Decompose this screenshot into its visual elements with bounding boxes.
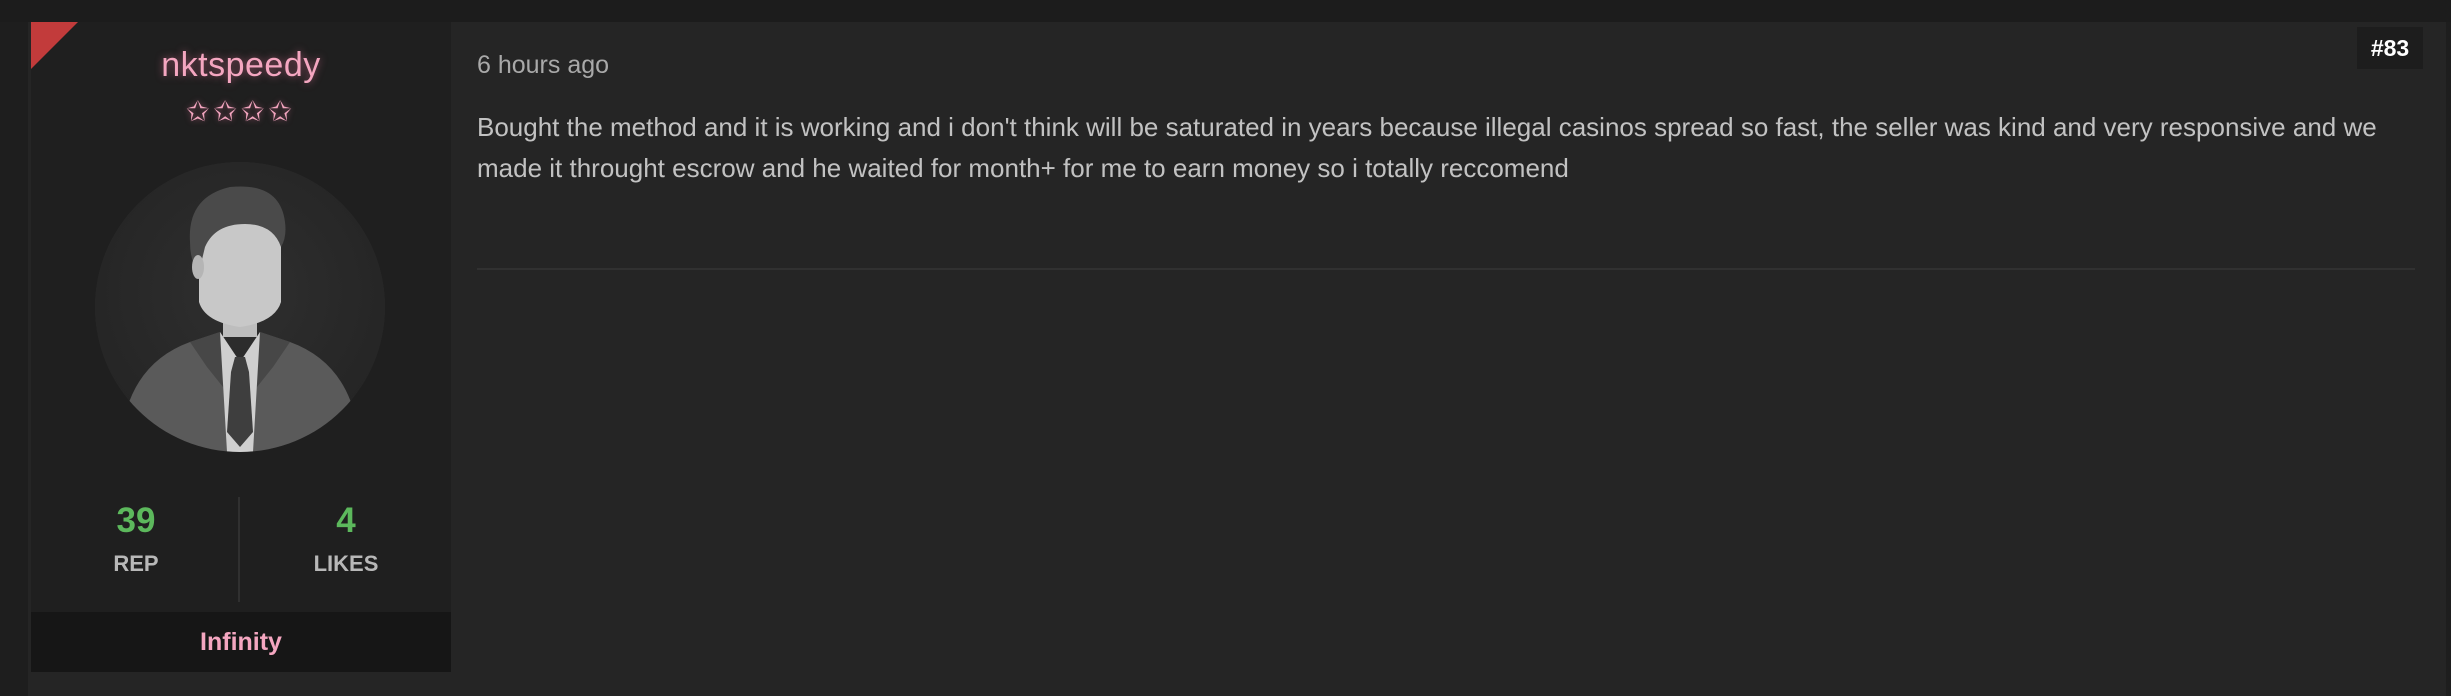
star-rating-icon: ✩✩✩✩ bbox=[186, 96, 296, 127]
likes-label: LIKES bbox=[313, 551, 379, 576]
author-username[interactable]: nktspeedy bbox=[31, 46, 451, 85]
forum-post: nktspeedy ✩✩✩✩ 39 REP 4 LIKES Infinity 6… bbox=[0, 0, 2451, 696]
avatar-silhouette bbox=[95, 162, 385, 452]
rep-value: 39 bbox=[116, 501, 156, 540]
stats-divider bbox=[238, 497, 240, 602]
rep-label: REP bbox=[113, 551, 159, 576]
usergroup-badge: Infinity bbox=[31, 612, 451, 672]
top-gap bbox=[0, 0, 2451, 22]
author-stats: 39 REP 4 LIKES bbox=[31, 497, 451, 617]
rep-stat[interactable]: 39 REP bbox=[31, 497, 241, 577]
post-message: Bought the method and it is working and … bbox=[477, 112, 2377, 183]
post-timestamp[interactable]: 6 hours ago bbox=[477, 51, 609, 80]
post-number-link[interactable]: #83 bbox=[2357, 27, 2423, 69]
author-sidebar: nktspeedy ✩✩✩✩ 39 REP 4 LIKES Infinity bbox=[31, 22, 451, 672]
post-separator bbox=[477, 268, 2415, 270]
likes-stat[interactable]: 4 LIKES bbox=[241, 497, 451, 577]
likes-value: 4 bbox=[336, 501, 356, 540]
default-avatar-icon[interactable] bbox=[95, 162, 385, 452]
